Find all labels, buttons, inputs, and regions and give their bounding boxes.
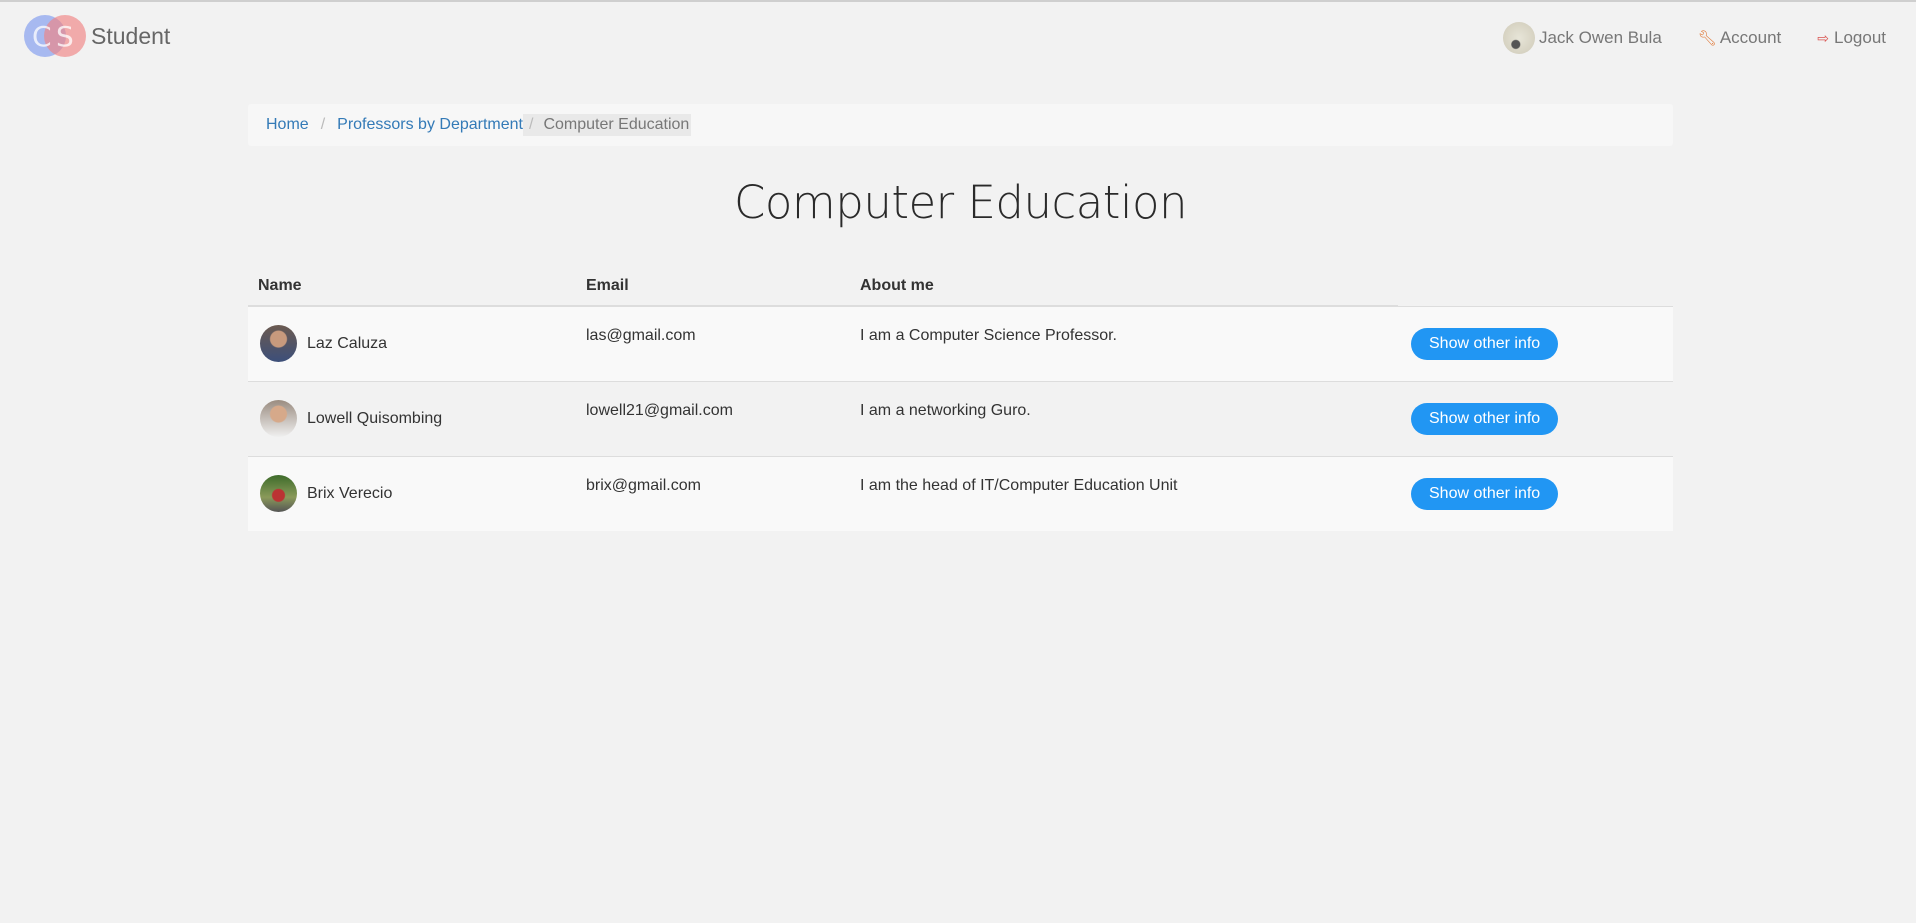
- account-link[interactable]: 🔧︎ Account: [1698, 28, 1781, 48]
- user-name: Jack Owen Bula: [1538, 28, 1662, 47]
- logout-label: Logout: [1834, 28, 1886, 47]
- avatar: [260, 475, 297, 513]
- logout-link[interactable]: ⇨ Logout: [1817, 28, 1886, 48]
- logo-icon: C S: [24, 15, 86, 57]
- professor-about: I am a Computer Science Professor.: [860, 327, 1117, 344]
- professor-email: lowell21@gmail.com: [586, 401, 733, 419]
- breadcrumb-home[interactable]: Home: [266, 116, 309, 134]
- breadcrumb-separator: /: [320, 116, 326, 133]
- professor-email: las@gmail.com: [586, 327, 696, 344]
- avatar: [260, 325, 297, 363]
- account-label: Account: [1719, 28, 1782, 47]
- column-header-actions: [1398, 266, 1673, 306]
- breadcrumb-professors-by-department[interactable]: Professors by Department: [337, 116, 523, 134]
- column-header-about: About me: [850, 266, 1398, 307]
- professor-name: Laz Caluza: [307, 334, 388, 352]
- nav-right: Jack Owen Bula 🔧︎ Account ⇨ Logout: [1502, 22, 1886, 54]
- brand-name: Student: [91, 22, 171, 49]
- column-header-email: Email: [576, 266, 850, 307]
- show-other-info-button[interactable]: Show other info: [1411, 477, 1559, 510]
- breadcrumb: Home / Professors by Department / Comput…: [248, 104, 1673, 146]
- user-avatar: [1502, 22, 1535, 54]
- professor-name: Brix Verecio: [307, 484, 393, 502]
- brand-logo-link[interactable]: C S Student: [24, 15, 170, 57]
- show-other-info-button[interactable]: Show other info: [1411, 327, 1559, 360]
- professor-about: I am a networking Guro.: [860, 401, 1031, 419]
- main-container: Home / Professors by Department / Comput…: [248, 104, 1673, 531]
- table-header-row: Name Email About me: [248, 266, 1673, 307]
- professor-about: I am the head of IT/Computer Education U…: [860, 476, 1178, 494]
- breadcrumb-current-wrapper: / Computer Education: [523, 114, 692, 136]
- navbar: C S Student Jack Owen Bula 🔧︎ Account ⇨ …: [0, 2, 1916, 72]
- sign-out-icon: ⇨: [1817, 29, 1829, 46]
- show-other-info-button[interactable]: Show other info: [1411, 402, 1559, 435]
- breadcrumb-separator: /: [529, 116, 534, 133]
- page-title: Computer Education: [733, 176, 1188, 229]
- table-row: Lowell Quisombing lowell21@gmail.com I a…: [248, 381, 1673, 456]
- table-row: Brix Verecio brix@gmail.com I am the hea…: [248, 456, 1673, 531]
- breadcrumb-current: Computer Education: [543, 116, 690, 133]
- avatar: [260, 400, 297, 437]
- table-row: Laz Caluza las@gmail.com I am a Computer…: [248, 306, 1673, 381]
- professors-table: Name Email About me Laz Caluza las@gmail…: [248, 266, 1673, 531]
- wrench-icon: 🔧︎: [1697, 30, 1717, 47]
- column-header-name: Name: [248, 266, 576, 307]
- professor-email: brix@gmail.com: [586, 476, 701, 494]
- user-profile-link[interactable]: Jack Owen Bula: [1502, 22, 1662, 54]
- professor-name: Lowell Quisombing: [307, 409, 443, 427]
